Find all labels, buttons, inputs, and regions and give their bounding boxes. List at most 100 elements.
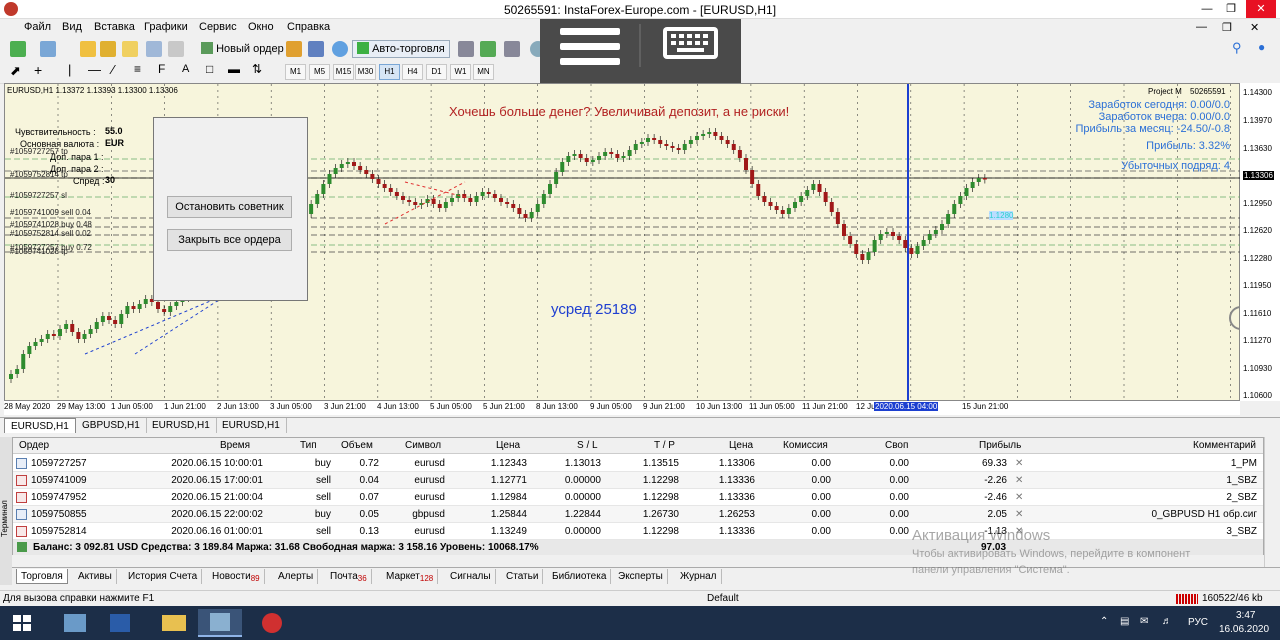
channel-icon[interactable]: ≡ bbox=[134, 62, 141, 76]
terminal-tab[interactable]: Журнал bbox=[676, 569, 722, 584]
terminal-tab[interactable]: Активы bbox=[74, 569, 117, 584]
label-icon[interactable]: □ bbox=[206, 62, 213, 76]
terminal-tab[interactable]: Торговля bbox=[16, 569, 68, 584]
menu-tools[interactable]: Сервис bbox=[199, 21, 237, 33]
terminal-icon[interactable] bbox=[146, 41, 162, 57]
menu-icon[interactable] bbox=[560, 28, 620, 65]
taskbar-mt4-icon[interactable] bbox=[250, 609, 294, 637]
rectangle-icon[interactable]: ▬ bbox=[228, 62, 240, 76]
community-icon[interactable] bbox=[332, 41, 348, 57]
horizontal-line-icon[interactable]: — bbox=[88, 62, 101, 77]
tray-chevron-icon[interactable]: ⌃ bbox=[1100, 616, 1108, 627]
terminal-tab[interactable]: Сигналы bbox=[446, 569, 496, 584]
col-swap[interactable]: Своп bbox=[885, 440, 908, 451]
child-close-button[interactable]: ✕ bbox=[1250, 21, 1259, 34]
terminal-tab[interactable]: Библиотека bbox=[548, 569, 612, 584]
col-current-price[interactable]: Цена bbox=[729, 440, 753, 451]
timeframe-m1[interactable]: M1 bbox=[285, 64, 306, 80]
metaeditor-icon[interactable] bbox=[286, 41, 302, 57]
terminal-scrollbar[interactable] bbox=[1264, 437, 1280, 567]
minimize-button[interactable]: — bbox=[1196, 0, 1218, 18]
col-price[interactable]: Цена bbox=[496, 440, 520, 451]
timeframe-m30[interactable]: M30 bbox=[355, 64, 376, 80]
crosshair-icon[interactable]: + bbox=[34, 62, 42, 78]
chart-tab-eurusd-2[interactable]: EURUSD,H1 bbox=[146, 418, 217, 433]
chart-tab-eurusd[interactable]: EURUSD,H1 bbox=[4, 418, 76, 433]
chat-icon[interactable]: ● bbox=[1258, 40, 1265, 54]
col-type[interactable]: Тип bbox=[300, 440, 317, 451]
menu-charts[interactable]: Графики bbox=[144, 21, 188, 33]
tray-volume-icon[interactable]: ♬ bbox=[1162, 616, 1172, 627]
col-comment[interactable]: Комментарий bbox=[1193, 440, 1256, 451]
terminal-tab[interactable]: Новости89 bbox=[208, 569, 265, 584]
options-icon[interactable] bbox=[308, 41, 324, 57]
autotrading-button[interactable]: Авто-торговля bbox=[352, 40, 450, 58]
close-all-orders-button[interactable]: Закрыть все ордера bbox=[167, 229, 292, 251]
timeframe-m5[interactable]: M5 bbox=[309, 64, 330, 80]
menu-insert[interactable]: Вставка bbox=[94, 21, 135, 33]
close-button[interactable]: ✕ bbox=[1246, 0, 1276, 18]
table-row[interactable]: 1059727257 2020.06.15 10:00:01 buy 0.72 euru… bbox=[13, 455, 1263, 472]
bar-chart-icon[interactable] bbox=[458, 41, 474, 57]
col-time[interactable]: Время bbox=[220, 440, 250, 451]
menu-help[interactable]: Справка bbox=[287, 21, 330, 33]
close-order-icon[interactable]: ✕ bbox=[1015, 509, 1023, 520]
table-row[interactable]: 1059747952 2020.06.15 21:00:04 sell 0.07 eur… bbox=[13, 489, 1263, 506]
tray-network-icon[interactable]: ▤ bbox=[1120, 616, 1129, 627]
terminal-tab[interactable]: Маркет128 bbox=[382, 569, 439, 584]
start-button[interactable] bbox=[0, 609, 44, 637]
table-row[interactable]: 1059750855 2020.06.15 22:00:02 buy 0.05 gbpu… bbox=[13, 506, 1263, 523]
price-scale[interactable]: 1.14300 1.13970 1.13630 1.13306 1.12950 … bbox=[1240, 83, 1280, 401]
close-order-icon[interactable]: ✕ bbox=[1015, 475, 1023, 486]
taskbar-server-manager-icon[interactable] bbox=[52, 609, 96, 637]
new-chart-icon[interactable] bbox=[10, 41, 26, 57]
close-order-icon[interactable]: ✕ bbox=[1015, 458, 1023, 469]
taskbar-explorer-icon[interactable] bbox=[152, 609, 196, 637]
new-order-button[interactable]: Новый ордер bbox=[196, 40, 289, 58]
tray-time[interactable]: 3:47 bbox=[1236, 610, 1255, 621]
terminal-tab[interactable]: Статьи bbox=[502, 569, 544, 584]
strategy-tester-icon[interactable] bbox=[168, 41, 184, 57]
terminal-tab[interactable]: История Счета bbox=[124, 569, 203, 584]
timeframe-m15[interactable]: M15 bbox=[333, 64, 354, 80]
close-order-icon[interactable]: ✕ bbox=[1015, 492, 1023, 503]
maximize-button[interactable]: ❐ bbox=[1220, 0, 1242, 18]
vertical-line-icon[interactable]: | bbox=[68, 62, 71, 77]
child-minimize-button[interactable]: — bbox=[1196, 21, 1207, 33]
col-commission[interactable]: Комиссия bbox=[783, 440, 828, 451]
col-sl[interactable]: S / L bbox=[577, 440, 598, 451]
arrows-icon[interactable]: ⇅ bbox=[252, 62, 262, 76]
table-row[interactable]: 1059741009 2020.06.15 17:00:01 sell 0.04 eur… bbox=[13, 472, 1263, 489]
timeframe-mn[interactable]: MN bbox=[473, 64, 494, 80]
data-window-icon[interactable] bbox=[100, 41, 116, 57]
child-restore-button[interactable]: ❐ bbox=[1222, 21, 1232, 34]
table-row[interactable]: 1059752814 2020.06.16 01:00:01 sell 0.13 eur… bbox=[13, 523, 1263, 540]
terminal-tab[interactable]: Эксперты bbox=[614, 569, 668, 584]
timeframe-d1[interactable]: D1 bbox=[426, 64, 447, 80]
terminal-tab[interactable]: Почта36 bbox=[326, 569, 372, 584]
col-profit[interactable]: Прибыль bbox=[979, 440, 1021, 451]
col-volume[interactable]: Объем bbox=[341, 440, 373, 451]
text-icon[interactable]: A bbox=[182, 63, 189, 75]
timeframe-w1[interactable]: W1 bbox=[450, 64, 471, 80]
timeframe-h1[interactable]: H1 bbox=[379, 64, 400, 80]
keyboard-icon[interactable] bbox=[663, 27, 718, 59]
line-chart-icon[interactable] bbox=[504, 41, 520, 57]
taskbar-powershell-icon[interactable] bbox=[98, 609, 142, 637]
market-watch-icon[interactable] bbox=[80, 41, 96, 57]
search-icon[interactable]: ⚲ bbox=[1232, 40, 1242, 56]
profiles-icon[interactable] bbox=[40, 41, 56, 57]
fibo-icon[interactable]: F bbox=[158, 62, 165, 76]
navigator-icon[interactable] bbox=[122, 41, 138, 57]
menu-window[interactable]: Окно bbox=[248, 21, 274, 33]
timeframe-h4[interactable]: H4 bbox=[402, 64, 423, 80]
tray-date[interactable]: 16.06.2020 bbox=[1219, 624, 1269, 635]
menu-view[interactable]: Вид bbox=[62, 21, 82, 33]
chart-tab-eurusd-3[interactable]: EURUSD,H1 bbox=[216, 418, 287, 433]
col-symbol[interactable]: Символ bbox=[405, 440, 441, 451]
tray-language[interactable]: РУС bbox=[1188, 617, 1208, 628]
col-tp[interactable]: T / P bbox=[654, 440, 675, 451]
trendline-icon[interactable]: ∕ bbox=[112, 62, 114, 77]
stop-ea-button[interactable]: Остановить советник bbox=[167, 196, 292, 218]
taskbar-remote-desktop-icon[interactable] bbox=[198, 609, 242, 637]
